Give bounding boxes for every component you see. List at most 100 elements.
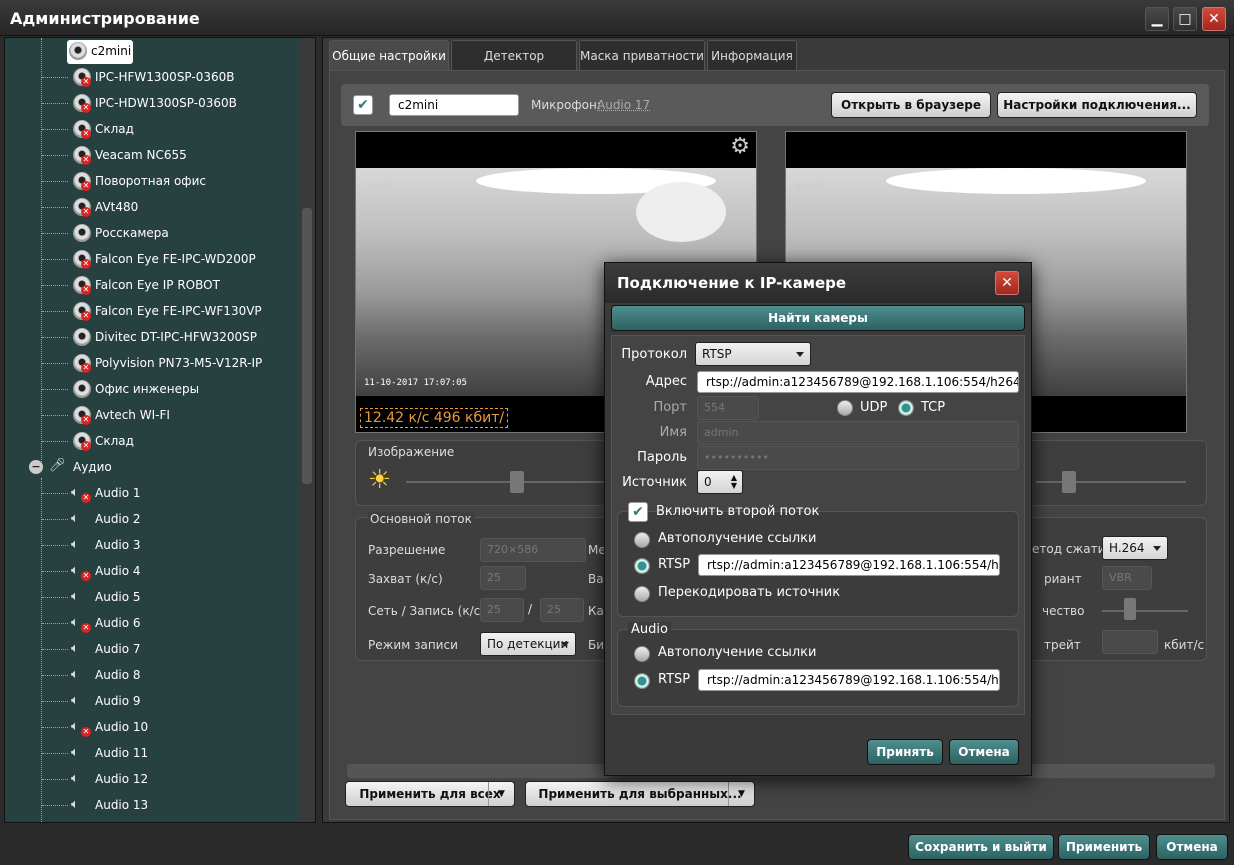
audio-rtsp-input[interactable]: rtsp://admin:a123456789@192.168.1.106:55… bbox=[698, 669, 1000, 691]
variant-label: риант bbox=[1044, 572, 1082, 586]
variant-select[interactable]: VBR bbox=[1102, 566, 1152, 590]
video-stats: 12.42 к/с 496 кбит/ bbox=[360, 408, 509, 428]
tree-item-camera[interactable]: ✕ Veacam NC655 bbox=[5, 142, 301, 168]
tree-scrollbar[interactable] bbox=[299, 38, 315, 822]
tree-item-camera[interactable]: ✕ Falcon Eye FE-IPC-WD200P bbox=[5, 246, 301, 272]
error-icon: ✕ bbox=[81, 129, 91, 139]
tree-item-audio[interactable]: 🔈︎ ✕ Audio 10 bbox=[5, 714, 301, 740]
mic-label: Микрофон: bbox=[531, 98, 601, 112]
dialog-close-icon[interactable]: ✕ bbox=[995, 271, 1019, 295]
connection-settings-button[interactable]: Настройки подключения... bbox=[997, 92, 1197, 118]
apply-button[interactable]: Применить bbox=[1058, 834, 1150, 860]
tree-item-camera[interactable]: ✕ IPC-HFW1300SP-0360B bbox=[5, 64, 301, 90]
contrast-slider[interactable] bbox=[1036, 481, 1186, 483]
camera-icon bbox=[73, 328, 91, 346]
tree-item-audio[interactable]: 🔈︎ Audio 12 bbox=[5, 766, 301, 792]
camera-name-input[interactable]: c2mini bbox=[389, 94, 519, 116]
compress-select[interactable]: H.264 bbox=[1102, 536, 1168, 560]
tab-motion-detector[interactable]: Детектор движения bbox=[451, 40, 577, 93]
name-input[interactable]: admin bbox=[697, 421, 1019, 445]
tree-item-camera[interactable]: ✕ IPC-HDW1300SP-0360B bbox=[5, 90, 301, 116]
auto-link-radio[interactable] bbox=[634, 532, 650, 548]
collapse-icon[interactable]: − bbox=[29, 460, 43, 474]
maximize-icon[interactable]: □ bbox=[1173, 7, 1197, 31]
tree-item-camera[interactable]: ✕ Склад bbox=[5, 116, 301, 142]
resolution-select[interactable]: 720×586 bbox=[480, 538, 586, 562]
tree-item-audio[interactable]: 🔈︎ Audio 13 bbox=[5, 792, 301, 818]
tab-info[interactable]: Информация bbox=[707, 40, 797, 70]
gear-icon[interactable]: ⚙ bbox=[730, 134, 750, 159]
resolution-label: Разрешение bbox=[368, 543, 446, 557]
scrollbar-thumb[interactable] bbox=[302, 208, 312, 484]
password-input[interactable]: •••••••••• bbox=[697, 446, 1019, 470]
tree-item-camera[interactable]: ✕ Поворотная офис bbox=[5, 168, 301, 194]
port-input[interactable]: 554 bbox=[697, 396, 759, 420]
minimize-icon[interactable]: ▁ bbox=[1145, 7, 1169, 31]
mic-value-link[interactable]: Audio 17 bbox=[597, 98, 650, 112]
tree-item-camera[interactable]: ✕ AVt480 bbox=[5, 194, 301, 220]
dialog-header: Подключение к IP-камере ✕ bbox=[605, 263, 1031, 303]
tree-item-camera[interactable]: Росскамера bbox=[5, 220, 301, 246]
tree-item-audio[interactable]: 🔈︎ ✕ Audio 4 bbox=[5, 558, 301, 584]
contrast-slider-handle[interactable] bbox=[1062, 471, 1076, 493]
cancel-button[interactable]: Отмена bbox=[1156, 834, 1228, 860]
camera-enabled-checkbox[interactable]: ✔ bbox=[353, 95, 373, 115]
tree-item-audio[interactable]: 🔈︎ Audio 9 bbox=[5, 688, 301, 714]
transcode-radio[interactable] bbox=[634, 586, 650, 602]
address-input[interactable]: rtsp://admin:a123456789@192.168.1.106:55… bbox=[697, 371, 1019, 393]
tree-item-audio[interactable]: 🔈︎ Audio 3 bbox=[5, 532, 301, 558]
tree-item-audio[interactable]: 🔈︎ Audio 5 bbox=[5, 584, 301, 610]
apply-selected-button[interactable]: Применить для выбранных... ▼ bbox=[525, 781, 755, 807]
tree-item-audio[interactable]: 🔈︎ Audio 11 bbox=[5, 740, 301, 766]
find-cameras-button[interactable]: Найти камеры bbox=[611, 305, 1025, 331]
tree-item-selected-camera[interactable]: c2mini bbox=[5, 38, 301, 64]
brightness-slider-handle[interactable] bbox=[510, 471, 524, 493]
tree-item-audio[interactable]: 🔈︎ ✕ Audio 1 bbox=[5, 480, 301, 506]
tree-item-camera[interactable]: ✕ Avtech WI-FI bbox=[5, 402, 301, 428]
second-stream-checkbox[interactable]: ✔ bbox=[628, 502, 648, 522]
close-icon[interactable]: ✕ bbox=[1202, 7, 1226, 31]
dialog-cancel-button[interactable]: Отмена bbox=[949, 739, 1019, 765]
tab-general[interactable]: Общие настройки bbox=[329, 40, 449, 70]
audio-rtsp-radio[interactable] bbox=[634, 673, 650, 689]
tree-item-camera[interactable]: ✕ Склад bbox=[5, 428, 301, 454]
capture-label: Захват (к/с) bbox=[368, 572, 443, 586]
tree-item-camera[interactable]: ✕ Falcon Eye FE-IPC-WF130VP bbox=[5, 298, 301, 324]
tree-item-camera[interactable]: ✕ Falcon Eye IP ROBOT bbox=[5, 272, 301, 298]
rtsp-input[interactable]: rtsp://admin:a123456789@192.168.1.106:55… bbox=[698, 554, 1000, 576]
tree-item-label: IPC-HFW1300SP-0360B bbox=[95, 70, 235, 84]
quality-slider-handle[interactable] bbox=[1124, 598, 1136, 620]
rtsp-radio[interactable] bbox=[634, 558, 650, 574]
quality-slider[interactable] bbox=[1102, 610, 1188, 612]
tree-line bbox=[42, 649, 68, 650]
rec-fps-spinner[interactable]: 25 bbox=[540, 598, 584, 622]
udp-radio[interactable] bbox=[837, 400, 853, 416]
chevron-down-icon bbox=[1153, 546, 1161, 551]
audio-auto-link-radio[interactable] bbox=[634, 646, 650, 662]
tree-item-camera[interactable]: ✕ Polyvision PN73-M5-V12R-IP bbox=[5, 350, 301, 376]
bitrate-input[interactable] bbox=[1102, 630, 1158, 654]
tree-item-audio[interactable]: 🔈︎ ✕ Audio 6 bbox=[5, 610, 301, 636]
chevron-down-icon[interactable]: ▼ bbox=[488, 782, 514, 806]
protocol-select[interactable]: RTSP bbox=[695, 342, 811, 366]
tree-item-audio[interactable]: 🔈︎ Audio 8 bbox=[5, 662, 301, 688]
tree-item-audio[interactable]: 🔈︎ Audio 7 bbox=[5, 636, 301, 662]
port-label: Порт bbox=[653, 400, 687, 415]
save-exit-button[interactable]: Сохранить и выйти bbox=[908, 834, 1054, 860]
device-tree[interactable]: c2mini ✕ IPC-HFW1300SP-0360B ✕ IPC-HDW1300S… bbox=[4, 37, 316, 823]
tcp-radio[interactable] bbox=[898, 400, 914, 416]
tree-line bbox=[42, 493, 68, 494]
tree-item-camera[interactable]: Divitec DT-IPC-HFW3200SP bbox=[5, 324, 301, 350]
source-spinner[interactable]: 0 ▲ ▼ bbox=[697, 470, 743, 494]
tree-group-audio[interactable]: − 🎤︎ Аудио bbox=[5, 454, 301, 480]
tab-privacy-mask[interactable]: Маска приватности bbox=[579, 40, 705, 70]
capture-select[interactable]: 25 bbox=[480, 566, 526, 590]
chevron-down-icon[interactable]: ▼ bbox=[728, 782, 754, 806]
rec-mode-select[interactable]: По детекции bbox=[480, 632, 576, 656]
tree-item-camera[interactable]: Офис инженеры bbox=[5, 376, 301, 402]
tree-item-audio[interactable]: 🔈︎ Audio 2 bbox=[5, 506, 301, 532]
dialog-accept-button[interactable]: Принять bbox=[867, 739, 943, 765]
apply-all-button[interactable]: Применить для всех ▼ bbox=[345, 781, 515, 807]
open-browser-button[interactable]: Открыть в браузере bbox=[831, 92, 991, 118]
net-fps-spinner[interactable]: 25 bbox=[480, 598, 524, 622]
